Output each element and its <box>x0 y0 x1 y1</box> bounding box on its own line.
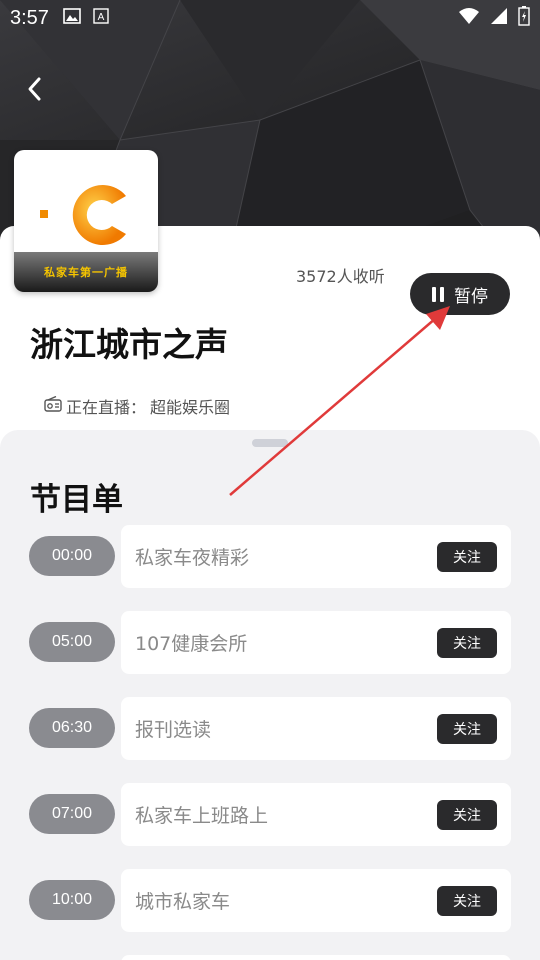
program-list-title: 节目单 <box>30 482 123 518</box>
pause-label: 暂停 <box>454 286 488 307</box>
station-cover: 私家车第一广播 <box>14 150 158 292</box>
pause-button[interactable]: 暂停 <box>410 273 510 315</box>
program-time: 07:00 <box>29 794 115 834</box>
program-name: 报刊选读 <box>135 719 212 741</box>
signal-icon <box>490 7 508 29</box>
radio-icon <box>44 395 62 416</box>
follow-button[interactable]: 关注 <box>437 800 497 830</box>
drag-handle[interactable] <box>252 439 288 447</box>
wifi-icon <box>458 7 480 29</box>
program-name: 城市私家车 <box>135 891 231 913</box>
follow-button[interactable]: 关注 <box>437 628 497 658</box>
pause-icon <box>432 286 444 302</box>
image-icon <box>63 8 81 28</box>
program-time: 05:00 <box>29 622 115 662</box>
back-button[interactable] <box>20 74 48 104</box>
follow-button[interactable]: 关注 <box>437 542 497 572</box>
program-row: 05:00 107健康会所 关注 <box>0 611 540 675</box>
program-name: 私家车上班路上 <box>135 805 269 827</box>
program-time: 06:30 <box>29 708 115 748</box>
follow-button[interactable]: 关注 <box>437 714 497 744</box>
program-row: 06:30 报刊选读 关注 <box>0 697 540 761</box>
chevron-left-icon <box>28 77 41 101</box>
status-bar: 3:57 A <box>0 0 540 36</box>
listener-count: 3572人收听 <box>296 267 385 286</box>
battery-icon <box>518 6 530 30</box>
program-card[interactable]: 107健康会所 关注 <box>121 611 511 674</box>
a-icon: A <box>93 8 109 28</box>
program-card[interactable]: 私家车上班路上 关注 <box>121 783 511 846</box>
program-card[interactable]: 私家车夜精彩 关注 <box>121 525 511 588</box>
status-time: 3:57 <box>10 6 49 29</box>
program-time: 00:00 <box>29 536 115 576</box>
station-title: 浙江城市之声 <box>30 325 228 364</box>
program-card-partial[interactable] <box>121 955 511 960</box>
now-playing: 正在直播： 超能娱乐圈 <box>44 394 230 418</box>
program-time: 10:00 <box>29 880 115 920</box>
station-logo <box>40 185 126 245</box>
program-sheet: 节目单 00:00 私家车夜精彩 关注 05:00 107健康会所 关注 06:… <box>0 430 540 960</box>
program-card[interactable]: 城市私家车 关注 <box>121 869 511 932</box>
program-row: 07:00 私家车上班路上 关注 <box>0 783 540 847</box>
program-name: 107健康会所 <box>135 633 248 655</box>
svg-text:A: A <box>98 12 105 23</box>
program-row: 00:00 私家车夜精彩 关注 <box>0 525 540 589</box>
cover-caption: 私家车第一广播 <box>14 252 158 292</box>
program-name: 私家车夜精彩 <box>135 547 250 569</box>
program-row: 10:00 城市私家车 关注 <box>0 869 540 933</box>
follow-button[interactable]: 关注 <box>437 886 497 916</box>
program-card[interactable]: 报刊选读 关注 <box>121 697 511 760</box>
now-playing-program: 超能娱乐圈 <box>150 398 231 417</box>
now-playing-label: 正在直播： <box>66 398 147 417</box>
